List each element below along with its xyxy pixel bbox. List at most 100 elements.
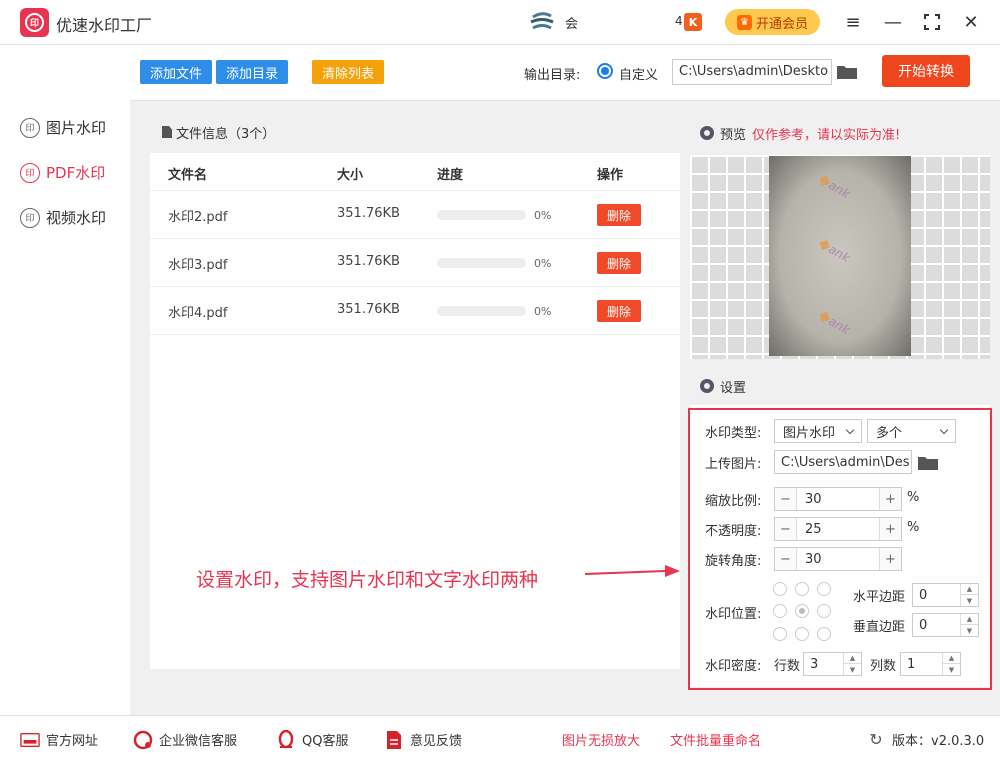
video-watermark-icon: 印 <box>20 207 40 228</box>
gear-icon <box>700 379 714 393</box>
menu-icon[interactable]: ≡ <box>841 10 865 34</box>
spin-up-icon[interactable]: ▲ <box>961 584 978 595</box>
opacity-unit: % <box>907 520 920 535</box>
position-bottom-center[interactable] <box>795 627 809 641</box>
output-path-input[interactable]: C:\Users\admin\Deskto <box>672 59 832 85</box>
position-top-left[interactable] <box>773 582 787 596</box>
progress-bar <box>437 306 526 316</box>
file-size: 351.76KB <box>337 302 400 317</box>
spin-up-icon[interactable]: ▲ <box>943 653 960 664</box>
clear-list-button[interactable]: 清除列表 <box>312 60 384 84</box>
footer-qq-label: QQ客服 <box>302 734 349 749</box>
user-name[interactable]: 会 <box>565 13 578 32</box>
custom-dir-radio[interactable] <box>597 63 613 79</box>
spin-up-icon[interactable]: ▲ <box>961 614 978 625</box>
v-margin-spinner[interactable]: 0 ▲ ▼ <box>912 613 979 637</box>
rotate-stepper[interactable]: − 30 + <box>774 547 902 571</box>
rows-value[interactable]: 3 <box>810 657 818 672</box>
preview-title: 预览 <box>720 127 747 143</box>
link-batch-rename[interactable]: 文件批量重命名 <box>670 730 761 749</box>
wm-count-select[interactable]: 多个 <box>867 419 956 443</box>
spin-down-icon[interactable]: ▼ <box>961 625 978 636</box>
sidebar-item-pdf-watermark[interactable]: 印 PDF水印 <box>20 162 105 183</box>
decrement-button[interactable]: − <box>775 518 797 540</box>
position-middle-right[interactable] <box>817 604 831 618</box>
table-row: 水印4.pdf 351.76KB 0% 删除 <box>150 287 680 335</box>
sidebar-item-image-watermark[interactable]: 印 图片水印 <box>20 117 106 138</box>
position-bottom-left[interactable] <box>773 627 787 641</box>
spin-down-icon[interactable]: ▼ <box>844 664 861 675</box>
increment-button[interactable]: + <box>879 488 901 510</box>
position-middle-left[interactable] <box>773 604 787 618</box>
footer-feedback[interactable]: 意见反馈 <box>384 730 462 749</box>
sidebar-item-video-watermark[interactable]: 印 视频水印 <box>20 207 106 228</box>
h-margin-value[interactable]: 0 <box>919 588 927 603</box>
progress-bar <box>437 210 526 220</box>
spin-down-icon[interactable]: ▼ <box>943 664 960 675</box>
cols-value[interactable]: 1 <box>907 657 915 672</box>
minimize-icon[interactable]: — <box>881 10 905 34</box>
rows-label: 行数 <box>774 659 801 674</box>
h-margin-spinner[interactable]: 0 ▲ ▼ <box>912 583 979 607</box>
title-bar: 印 优速水印工厂 会 4 K ♛ 开通会员 ≡ — ✕ <box>0 0 1000 45</box>
footer-wechat-support[interactable]: 企业微信客服 <box>133 730 237 749</box>
delete-button[interactable]: 删除 <box>597 252 641 274</box>
progress-bar <box>437 258 526 268</box>
decrement-button[interactable]: − <box>775 548 797 570</box>
refresh-icon: ↻ <box>869 730 883 749</box>
cols-spinner[interactable]: 1 ▲ ▼ <box>900 652 961 676</box>
increment-button[interactable]: + <box>879 548 901 570</box>
folder-icon[interactable] <box>918 455 938 470</box>
coupon-icon[interactable]: K <box>684 13 702 31</box>
file-size: 351.76KB <box>337 254 400 269</box>
add-file-button[interactable]: 添加文件 <box>140 60 212 84</box>
upload-path-input[interactable]: C:\Users\admin\Des <box>774 450 912 474</box>
opacity-value[interactable]: 25 <box>797 522 822 537</box>
cols-label: 列数 <box>870 659 897 674</box>
opacity-stepper[interactable]: − 25 + <box>774 517 902 541</box>
footer-wechat-label: 企业微信客服 <box>159 734 238 749</box>
settings-header: 设置 <box>690 367 990 405</box>
file-info-title: 文件信息（3个） <box>176 126 276 142</box>
maximize-icon[interactable] <box>920 10 944 34</box>
rotate-label: 旋转角度: <box>705 554 762 569</box>
position-center[interactable] <box>795 604 809 618</box>
preview-header: 预览 仅作参考，请以实际为准! <box>690 111 990 155</box>
start-convert-button[interactable]: 开始转换 <box>882 55 970 87</box>
spin-up-icon[interactable]: ▲ <box>844 653 861 664</box>
file-name: 水印2.pdf <box>168 210 228 225</box>
app-title: 优速水印工厂 <box>56 16 153 35</box>
folder-icon[interactable] <box>837 64 857 79</box>
increment-button[interactable]: + <box>879 518 901 540</box>
spin-down-icon[interactable]: ▼ <box>961 595 978 606</box>
delete-button[interactable]: 删除 <box>597 300 641 322</box>
column-size: 大小 <box>337 168 364 183</box>
footer-version[interactable]: ↻ 版本：v2.0.3.0 <box>866 730 984 749</box>
delete-button[interactable]: 删除 <box>597 204 641 226</box>
annotation-arrow-icon <box>585 565 680 577</box>
custom-dir-radio-label[interactable]: 自定义 <box>619 64 658 83</box>
wm-type-select[interactable]: 图片水印 <box>774 419 862 443</box>
close-icon[interactable]: ✕ <box>959 10 983 34</box>
vip-button[interactable]: ♛ 开通会员 <box>725 9 820 35</box>
position-bottom-right[interactable] <box>817 627 831 641</box>
qq-icon <box>276 729 296 749</box>
rotate-value[interactable]: 30 <box>797 552 822 567</box>
footer-website[interactable]: 官方网址 <box>20 730 98 749</box>
footer-qq-support[interactable]: QQ客服 <box>276 729 349 749</box>
scale-value[interactable]: 30 <box>797 492 822 507</box>
position-top-center[interactable] <box>795 582 809 596</box>
scale-stepper[interactable]: − 30 + <box>774 487 902 511</box>
add-directory-button[interactable]: 添加目录 <box>216 60 288 84</box>
decrement-button[interactable]: − <box>775 488 797 510</box>
link-image-upscale[interactable]: 图片无损放大 <box>562 730 640 749</box>
v-margin-value[interactable]: 0 <box>919 618 927 633</box>
user-avatar-icon[interactable] <box>527 11 557 33</box>
sidebar-item-label: PDF水印 <box>46 164 106 182</box>
position-top-right[interactable] <box>817 582 831 596</box>
output-dir-label: 输出目录: <box>524 68 581 83</box>
settings-title: 设置 <box>720 380 747 396</box>
rows-spinner[interactable]: 3 ▲ ▼ <box>803 652 862 676</box>
progress-percent: 0% <box>534 209 552 222</box>
v-margin-label: 垂直边距 <box>853 620 906 635</box>
